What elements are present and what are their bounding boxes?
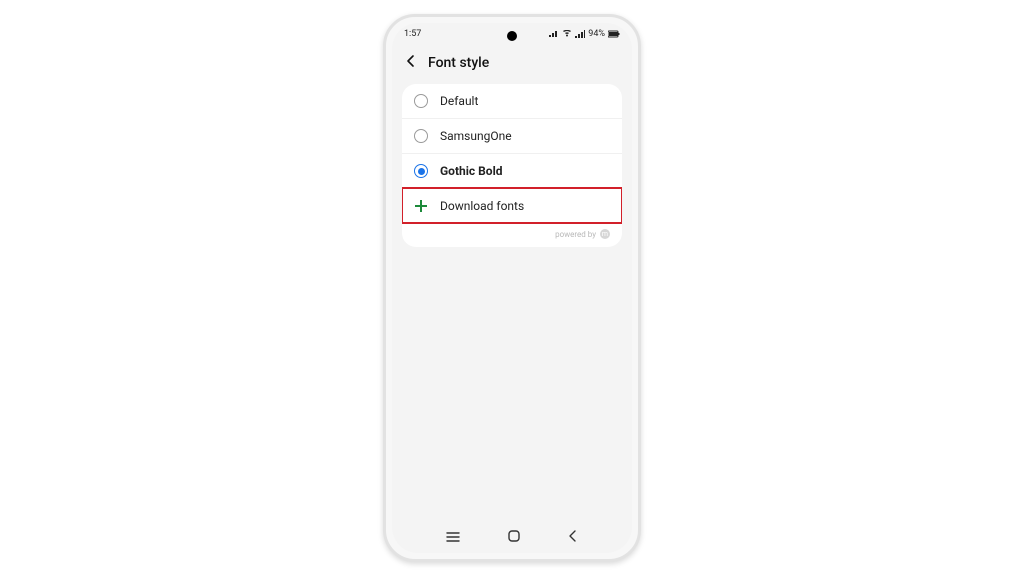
powered-by-label: powered by m xyxy=(402,223,622,247)
home-icon[interactable] xyxy=(507,528,521,547)
volte-icon xyxy=(549,30,559,38)
download-fonts-row[interactable]: Download fonts xyxy=(402,188,622,223)
battery-percent: 94% xyxy=(588,29,605,39)
font-option-label: Gothic Bold xyxy=(440,164,503,178)
back-icon[interactable] xyxy=(404,53,418,72)
phone-screen: 1:57 94% Font style xyxy=(392,23,632,553)
power-button xyxy=(640,237,641,287)
wifi-call-icon xyxy=(562,30,572,38)
page-title: Font style xyxy=(428,55,489,71)
recents-icon[interactable] xyxy=(445,528,461,547)
signal-icon xyxy=(575,30,585,38)
radio-icon xyxy=(414,94,428,108)
font-option-samsungone[interactable]: SamsungOne xyxy=(402,118,622,153)
nav-back-icon[interactable] xyxy=(567,528,579,547)
plus-icon xyxy=(414,199,428,213)
radio-icon xyxy=(414,164,428,178)
font-option-label: Default xyxy=(440,94,478,108)
volume-button xyxy=(640,147,641,175)
font-option-default[interactable]: Default xyxy=(402,84,622,118)
phone-frame: 1:57 94% Font style xyxy=(383,14,641,562)
battery-icon xyxy=(608,30,620,38)
app-bar: Font style xyxy=(392,45,632,84)
font-list-card: Default SamsungOne Gothic Bold Download … xyxy=(402,84,622,247)
status-icons: 94% xyxy=(549,29,620,39)
radio-icon xyxy=(414,129,428,143)
font-option-gothic-bold[interactable]: Gothic Bold xyxy=(402,153,622,188)
download-fonts-label: Download fonts xyxy=(440,199,524,213)
monotype-icon: m xyxy=(600,229,610,239)
navigation-bar xyxy=(392,523,632,553)
status-time: 1:57 xyxy=(404,29,421,39)
font-option-label: SamsungOne xyxy=(440,129,512,143)
front-camera xyxy=(507,31,517,41)
